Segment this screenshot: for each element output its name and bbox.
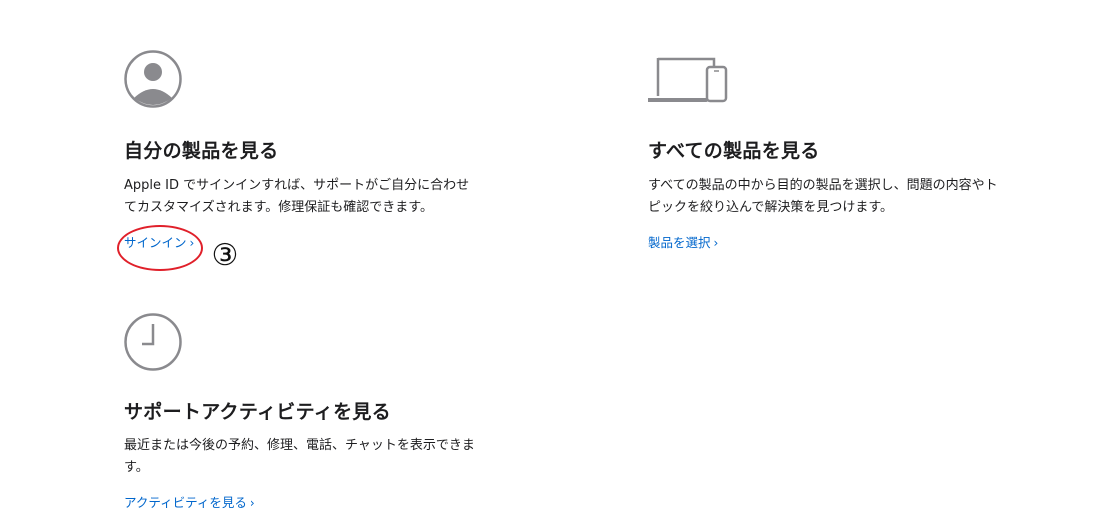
chevron-right-icon: › (189, 236, 195, 250)
my-products-title: 自分の製品を見る (124, 140, 279, 162)
view-activity-link[interactable]: アクティビティを見る › (124, 492, 255, 511)
select-product-link[interactable]: 製品を選択 › (648, 232, 718, 251)
chevron-right-icon: › (713, 236, 719, 250)
view-activity-link-label: アクティビティを見る (124, 495, 247, 510)
my-products-description-line: Apple ID でサインインすれば、サポートがご自分に合わせ (124, 178, 470, 193)
sign-in-link-label: サインイン (124, 235, 187, 250)
all-products-title: すべての製品を見る (648, 140, 820, 162)
select-product-link-label: 製品を選択 (648, 235, 711, 250)
all-products-description-line: すべての製品の中から目的の製品を選択し、問題の内容やト (648, 178, 998, 193)
my-products-description-line: てカスタマイズされます。修理保証も確認できます。 (124, 200, 434, 215)
clock-icon (124, 313, 182, 371)
chevron-right-icon: › (249, 496, 255, 510)
laptop-phone-icon (648, 57, 728, 103)
all-products-description: すべての製品の中から目的の製品を選択し、問題の内容やト ピックを絞り込んで解決策… (648, 175, 998, 219)
activity-description: 最近または今後の予約、修理、電話、チャットを表示できま す。 (124, 435, 475, 479)
activity-description-line: 最近または今後の予約、修理、電話、チャットを表示できま (124, 438, 475, 453)
activity-description-line: す。 (124, 460, 149, 475)
my-products-description: Apple ID でサインインすれば、サポートがご自分に合わせ てカスタマイズさ… (124, 175, 469, 219)
all-products-description-line: ピックを絞り込んで解決策を見つけます。 (648, 200, 894, 215)
sign-in-link[interactable]: サインイン › (124, 232, 194, 251)
annotation-step-number: ③ (211, 238, 239, 273)
activity-title: サポートアクティビティを見る (124, 401, 391, 423)
person-icon (124, 50, 182, 108)
